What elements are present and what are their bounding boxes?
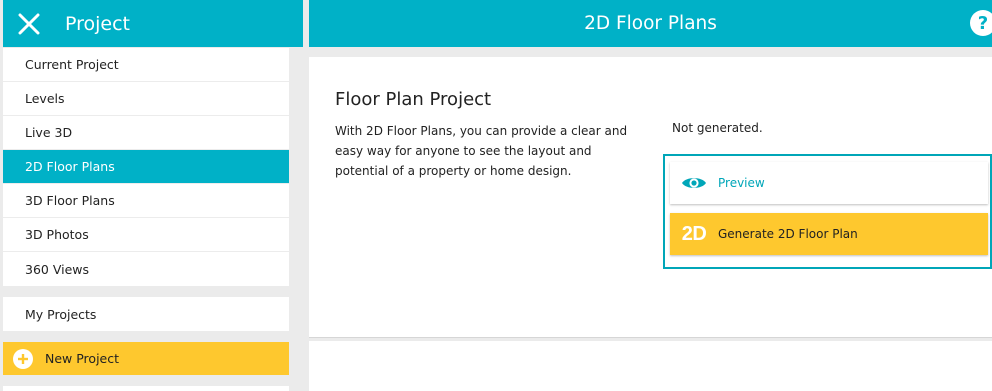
preview-label: Preview [718,176,765,190]
sidebar-item-live-3d[interactable]: Live 3D [3,116,289,150]
page-title: 2D Floor Plans [584,13,717,34]
sidebar-item-3d-photos[interactable]: 3D Photos [3,218,289,252]
eye-icon [673,175,715,191]
sidebar-title: Project [65,12,131,35]
project-nav: Current Project Levels Live 3D 2D Floor … [3,48,289,286]
sidebar-more-stub [3,386,289,391]
sidebar-item-2d-floor-plans[interactable]: 2D Floor Plans [3,150,289,184]
actions-box: Preview 2D Generate 2D Floor Plan [663,154,992,269]
sidebar-header: Project [3,0,303,47]
sidebar-item-360-views[interactable]: 360 Views [3,252,289,286]
section-title: Floor Plan Project [335,89,492,110]
generate-2d-floor-plan-button[interactable]: 2D Generate 2D Floor Plan [670,213,988,255]
preview-button[interactable]: Preview [670,162,988,204]
description-text: With 2D Floor Plans, you can provide a c… [335,124,628,178]
close-icon[interactable] [3,0,55,47]
generate-label: Generate 2D Floor Plan [718,227,858,241]
main-header: 2D Floor Plans ? [309,0,992,47]
status-text: Not generated. [672,121,763,135]
sidebar-item-levels[interactable]: Levels [3,82,289,116]
new-project-label: New Project [45,351,120,366]
2d-icon: 2D [673,223,715,246]
sidebar: Project Current Project Levels Live 3D 2… [0,0,303,391]
new-project-button[interactable]: New Project [3,342,289,375]
lower-panel [309,341,992,391]
help-icon[interactable]: ? [970,10,992,36]
sidebar-item-my-projects[interactable]: My Projects [3,297,289,331]
my-projects-group: My Projects [3,297,289,331]
sidebar-item-3d-floor-plans[interactable]: 3D Floor Plans [3,184,289,218]
sidebar-item-current-project[interactable]: Current Project [3,48,289,82]
floor-plan-panel: Floor Plan Project With 2D Floor Plans, … [309,57,992,338]
plus-circle-icon [13,348,33,369]
2d-icon-text: 2D [681,222,707,245]
